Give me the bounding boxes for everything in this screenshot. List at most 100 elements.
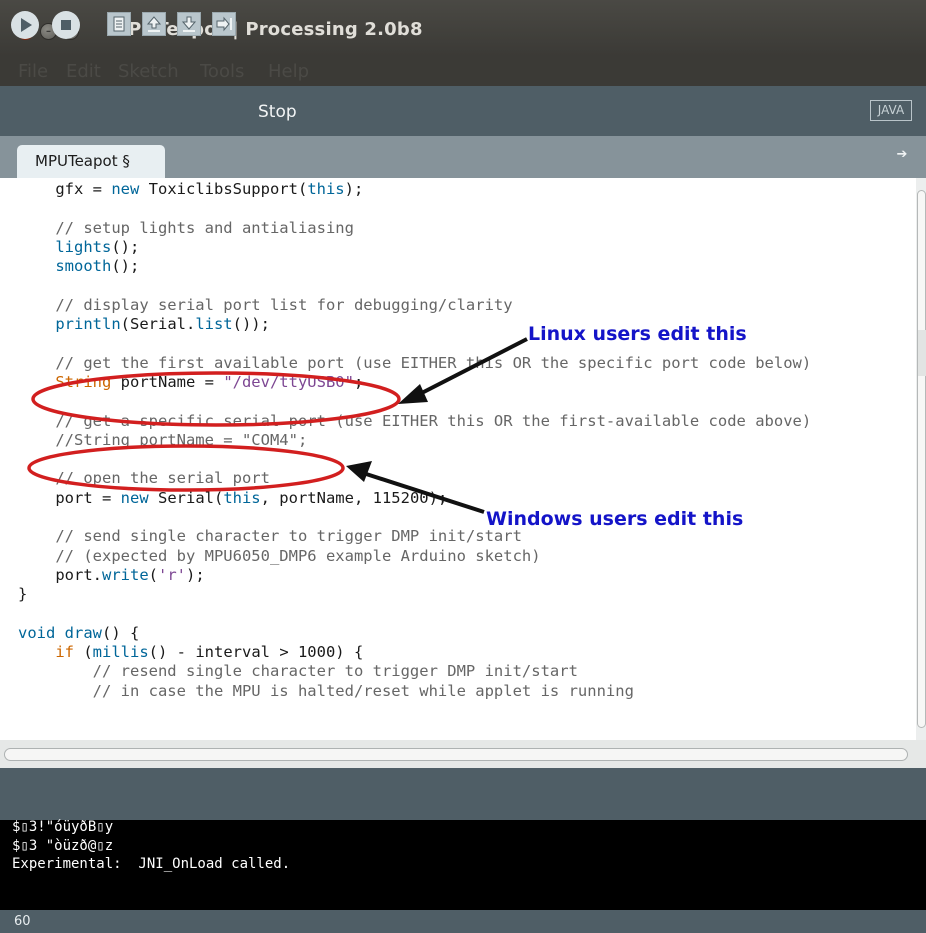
code-line[interactable] (18, 199, 811, 218)
code-token: (); (111, 257, 140, 276)
code-line[interactable]: void draw() { (18, 624, 811, 643)
code-line[interactable]: lights(); (18, 238, 811, 257)
code-token: //String portName = "COM4"; (18, 430, 308, 449)
export-button[interactable] (212, 12, 236, 36)
code-line[interactable]: // resend single character to trigger DM… (18, 662, 811, 681)
menu-sketch[interactable]: Sketch (118, 61, 179, 82)
code-line[interactable]: port = new Serial(this, portName, 115200… (18, 489, 811, 508)
code-token: ( (74, 643, 93, 662)
code-token: lights (55, 237, 112, 256)
vertical-scroll-grip (918, 330, 926, 376)
code-token: () - interval > 1000) { (148, 643, 364, 662)
menu-help[interactable]: Help (268, 61, 309, 82)
code-line[interactable]: String portName = "/dev/ttyUSB0"; (18, 373, 811, 392)
toolbar-status-label: Stop (258, 102, 297, 122)
code-token: 'r' (158, 565, 187, 584)
mode-selector[interactable]: JAVA (870, 100, 912, 121)
code-line[interactable] (18, 450, 811, 469)
code-token: smooth (55, 257, 112, 276)
code-token: ( (148, 565, 159, 584)
menu-file[interactable]: File (18, 61, 48, 82)
code-token: gfx = (18, 180, 112, 198)
code-line[interactable] (18, 276, 811, 295)
code-token: ); (186, 565, 205, 584)
stop-button[interactable] (52, 11, 80, 39)
code-token: new (111, 180, 140, 198)
code-token: this (223, 488, 261, 507)
code-token: write (102, 565, 149, 584)
code-line[interactable]: smooth(); (18, 257, 811, 276)
code-line[interactable] (18, 605, 811, 624)
menu-edit[interactable]: Edit (66, 61, 101, 82)
code-token: millis (92, 643, 149, 662)
code-line[interactable]: // send single character to trigger DMP … (18, 527, 811, 546)
code-token: , portName, 115200); (260, 488, 448, 507)
code-token: ToxiclibsSupport( (139, 180, 308, 198)
code-token: draw (64, 623, 102, 642)
code-token: // send single character to trigger DMP … (18, 527, 522, 546)
code-line[interactable]: } (18, 585, 811, 604)
code-token: if (55, 643, 74, 662)
code-token: // display serial port list for debuggin… (18, 295, 513, 314)
windows-annotation-label: Windows users edit this (486, 508, 744, 530)
code-token: // setup lights and antialiasing (18, 218, 354, 237)
code-token: ()); (232, 315, 270, 334)
code-token: port = (18, 488, 121, 507)
code-token: Serial( (148, 488, 224, 507)
code-line[interactable] (18, 392, 811, 411)
code-token: // get a specific serial port (use EITHE… (18, 411, 812, 430)
code-token: "/dev/ttyUSB0" (223, 372, 354, 391)
console-line: $▯3 "òüzð@▯z (12, 837, 114, 854)
code-token: (Serial. (120, 315, 196, 334)
code-line[interactable]: // get a specific serial port (use EITHE… (18, 412, 811, 431)
toolbar (0, 86, 926, 136)
console-line: Experimental: JNI_OnLoad called. (12, 856, 291, 872)
code-token: (); (111, 237, 140, 256)
code-line[interactable]: if (millis() - interval > 1000) { (18, 643, 811, 662)
code-token: // open the serial port (18, 469, 270, 488)
tab-label: MPUTeapot § (35, 152, 130, 170)
open-icon (146, 16, 162, 32)
new-button[interactable] (107, 12, 131, 36)
new-icon (113, 16, 125, 32)
console-line: $▯3!"óüyðB▯y (12, 819, 114, 835)
code-token: () { (102, 623, 140, 642)
code-line[interactable]: //String portName = "COM4"; (18, 431, 811, 450)
code-token: // in case the MPU is halted/reset while… (18, 681, 634, 700)
code-line[interactable]: // (expected by MPU6050_DMP6 example Ard… (18, 547, 811, 566)
code-line[interactable]: // setup lights and antialiasing (18, 219, 811, 238)
code-token: port. (18, 565, 102, 584)
code-line[interactable]: port.write('r'); (18, 566, 811, 585)
code-token: void (18, 623, 56, 642)
save-button[interactable] (177, 12, 201, 36)
code-token: portName = (111, 372, 224, 391)
horizontal-scroll-thumb[interactable] (4, 748, 908, 761)
code-token: String (55, 372, 112, 391)
code-line[interactable]: // in case the MPU is halted/reset while… (18, 682, 811, 701)
code-line[interactable]: // get the first available port (use EIT… (18, 354, 811, 373)
code-token: // get the first available port (use EIT… (18, 353, 812, 372)
console-text: $▯3!"óüyðB▯y $▯3 "òüzð@▯z Experimental: JN… (12, 818, 290, 874)
code-line[interactable]: // display serial port list for debuggin… (18, 296, 811, 315)
vertical-scroll-thumb[interactable] (917, 190, 926, 728)
code-token: list (195, 315, 233, 334)
run-button[interactable] (11, 11, 39, 39)
open-button[interactable] (142, 12, 166, 36)
stop-icon (61, 20, 71, 30)
code-line[interactable]: // open the serial port (18, 469, 811, 488)
code-line[interactable]: gfx = new ToxiclibsSupport(this); (18, 180, 811, 199)
line-number: 60 (14, 914, 31, 929)
code-token: new (120, 488, 149, 507)
status-bar (0, 910, 926, 933)
run-icon (21, 18, 32, 32)
code-token: println (55, 315, 121, 334)
tab-menu-arrow-icon[interactable]: ➔ (893, 146, 911, 164)
menu-tools[interactable]: Tools (200, 61, 244, 82)
code-text[interactable]: gfx = new ToxiclibsSupport(this); // set… (18, 180, 811, 701)
